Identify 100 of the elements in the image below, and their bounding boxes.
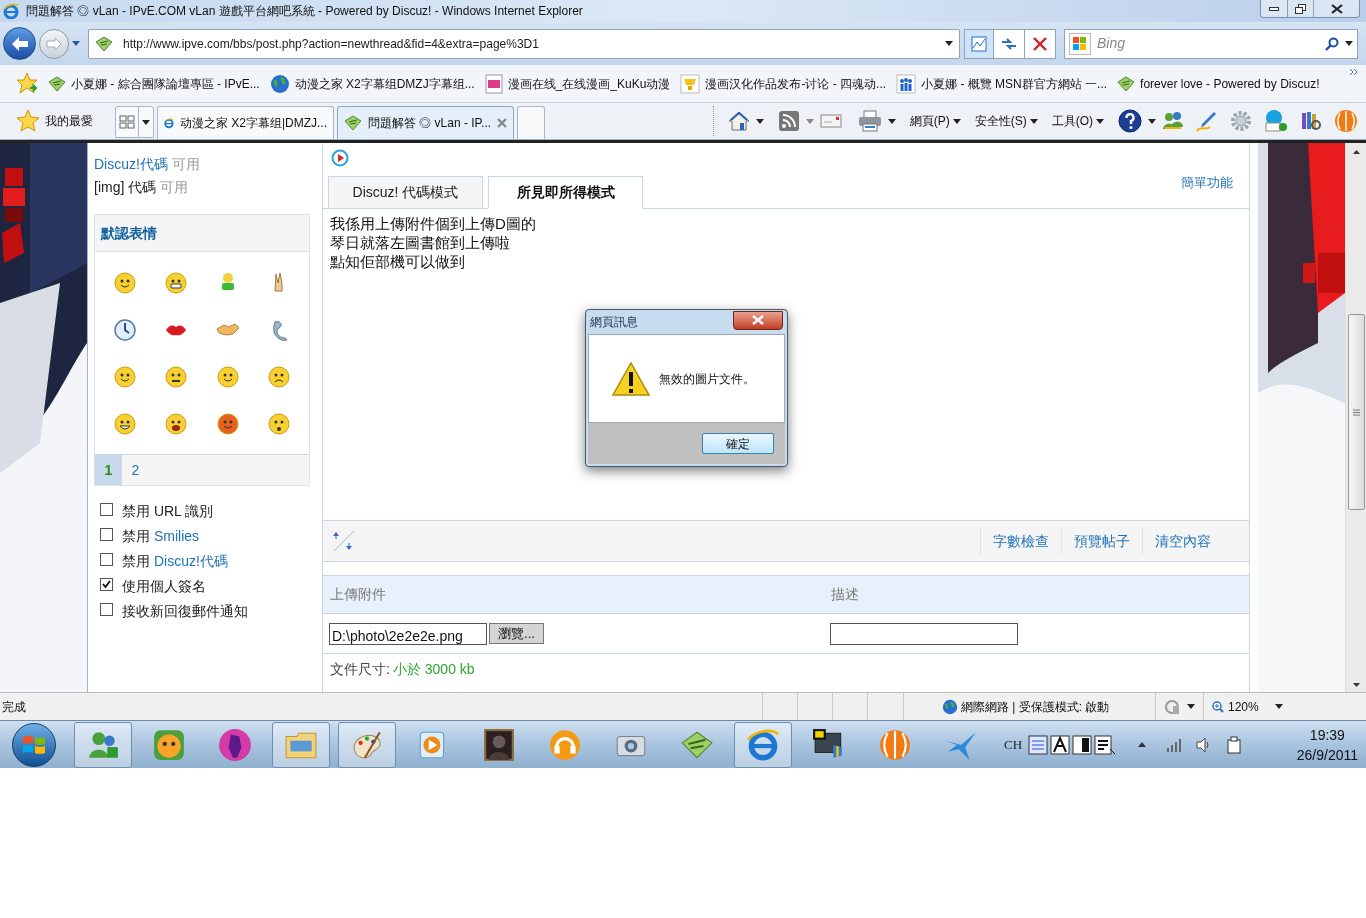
close-tab-icon[interactable] [497, 118, 507, 128]
editor-tab[interactable]: 所見即所得模式 [488, 176, 643, 209]
favorite-link[interactable]: 动漫之家 X2字幕组DMZJ字幕组... [269, 73, 475, 94]
people-icon[interactable] [1162, 111, 1184, 131]
people-icon [896, 73, 917, 94]
editor-text: 點知佢部機可以做到 [330, 252, 465, 271]
menu-button[interactable]: 安全性(S) [974, 112, 1038, 130]
keyboard-icon[interactable] [1028, 734, 1049, 755]
checkbox[interactable] [100, 528, 113, 541]
scroll-thumb[interactable] [1347, 314, 1365, 510]
zoom-icon [1212, 700, 1224, 713]
compatibility-button[interactable] [964, 28, 994, 59]
scroll-up-icon[interactable] [1352, 150, 1360, 154]
mail-icon[interactable] [819, 114, 842, 128]
option-label: 使用個人簽名 [122, 577, 206, 596]
caret-icon[interactable] [945, 41, 953, 46]
smiley-icon[interactable] [267, 411, 292, 436]
clock-icon[interactable] [112, 317, 137, 342]
language-indicator[interactable]: CH [1004, 734, 1023, 755]
caret-icon[interactable] [1274, 704, 1283, 709]
option-label: 禁用 [122, 527, 150, 546]
simple-mode-link[interactable]: 簡單功能 [1181, 172, 1233, 192]
smiley-icon[interactable] [164, 411, 189, 436]
caret-icon[interactable] [1187, 704, 1195, 709]
start-button[interactable] [12, 722, 56, 767]
dialog-close-button[interactable] [733, 310, 783, 330]
page-link[interactable]: 2 [122, 455, 149, 485]
column-header: 描述 [831, 585, 859, 604]
device-icon[interactable] [1226, 735, 1243, 754]
toolbar-link[interactable]: 字數檢查 [980, 528, 1061, 554]
ie-icon [746, 727, 780, 762]
checkbox[interactable] [100, 578, 113, 591]
smiley-icon[interactable] [164, 364, 189, 389]
browser-tab[interactable]: 动漫之家 X2字幕组|DMZJ... [157, 106, 334, 139]
stop-button[interactable] [1025, 28, 1056, 59]
caret-icon[interactable] [952, 118, 961, 124]
books-icon[interactable] [1300, 110, 1322, 132]
option-link[interactable]: Smilies [154, 526, 200, 547]
chevron-icon[interactable] [1349, 68, 1359, 76]
signal-icon[interactable] [1166, 737, 1183, 752]
size-value: 小於 3000 kb [392, 659, 475, 679]
toolbar-link[interactable]: 預覽帖子 [1061, 528, 1142, 554]
windows-flag-icon [1069, 32, 1091, 55]
refresh-button[interactable] [994, 28, 1025, 59]
search-input[interactable]: Bing [1097, 33, 1297, 54]
caret-icon[interactable] [1148, 118, 1156, 124]
browse-button[interactable]: 瀏覽... [489, 623, 544, 644]
play-icon[interactable] [331, 149, 349, 167]
phone-icon[interactable] [1264, 109, 1288, 133]
dialog-message: 無效的圖片文件。 [659, 370, 755, 388]
smiley-icon[interactable] [215, 411, 240, 436]
dialog-title: 網頁訊息 [590, 314, 638, 331]
page-icon [48, 75, 66, 92]
feed-icon[interactable] [777, 110, 800, 132]
printer-icon[interactable] [857, 110, 882, 132]
favorite-link[interactable]: 漫画在线_在线漫画_KuKu动漫 [484, 73, 671, 94]
option-label: 接收新回復郵件通知 [122, 602, 248, 621]
checkbox[interactable] [100, 503, 113, 516]
half-width-icon[interactable] [1072, 734, 1093, 755]
help-link[interactable]: Discuz!代碼 [94, 154, 168, 175]
favorite-link[interactable]: 漫画汉化作品发布-讨论 - 四魂动... [680, 73, 887, 94]
search-icon[interactable] [1325, 36, 1339, 51]
caret-icon[interactable] [1096, 118, 1104, 124]
toolbar-link[interactable]: 清空內容 [1142, 528, 1223, 554]
file-path-field[interactable]: D:\photo\2e2e2e.png [329, 622, 487, 645]
option-link[interactable]: Discuz!代碼 [154, 551, 228, 572]
caret-icon[interactable] [1345, 41, 1353, 46]
favorites-button[interactable]: 我的最愛 [16, 109, 93, 133]
caret-icon[interactable] [887, 118, 896, 124]
ball-icon[interactable] [1334, 109, 1358, 133]
caret-icon[interactable] [1029, 118, 1038, 124]
home-icon[interactable] [727, 111, 750, 131]
search-field[interactable]: Bing [1064, 28, 1358, 59]
checkbox[interactable] [100, 553, 113, 566]
scroll-down-icon[interactable] [1352, 683, 1360, 687]
back-button[interactable] [3, 27, 36, 60]
browser-tab[interactable]: 問題解答 ◎ vLan - IP... [337, 106, 514, 139]
zone-text: 網際網路 | 受保護模式: 啟動 [961, 698, 1110, 716]
smiley-icon[interactable] [112, 411, 137, 436]
input-mode-icon[interactable] [1050, 734, 1071, 755]
menu-button[interactable]: 網頁(P) [909, 112, 961, 130]
favorite-link[interactable]: forever love - Powered by Discuz! [1117, 74, 1320, 93]
favorite-link[interactable]: 小夏娜 - 綜合團隊論壇專區 - IPvE... [48, 74, 260, 93]
menu-button[interactable]: 工具(O) [1051, 112, 1104, 130]
favorite-link[interactable]: 小夏娜 - 概覽 MSN群官方網站 一... [896, 73, 1108, 94]
help-icon[interactable] [1118, 109, 1142, 133]
ok-button[interactable]: 確定 [702, 433, 774, 454]
caret-icon[interactable] [755, 118, 764, 124]
punctuation-icon[interactable] [1094, 734, 1117, 755]
resize-icon[interactable] [333, 530, 355, 552]
caret-icon[interactable] [142, 119, 150, 125]
tray-arrow-icon[interactable] [1138, 742, 1147, 747]
add-favorite-icon[interactable] [16, 71, 40, 96]
clock[interactable]: 19:39 26/9/2011 [1296, 724, 1358, 765]
address-field[interactable]: http://www.ipve.com/bbs/post.php?action=newthread&fid=4&extra=page%3D1 [88, 28, 960, 59]
editor-tab[interactable]: Discuz! 代碼模式 [328, 176, 483, 209]
description-field[interactable] [830, 622, 1018, 645]
checkbox[interactable] [100, 603, 113, 616]
pen-icon[interactable] [1196, 110, 1218, 132]
page-icon [1117, 75, 1136, 92]
